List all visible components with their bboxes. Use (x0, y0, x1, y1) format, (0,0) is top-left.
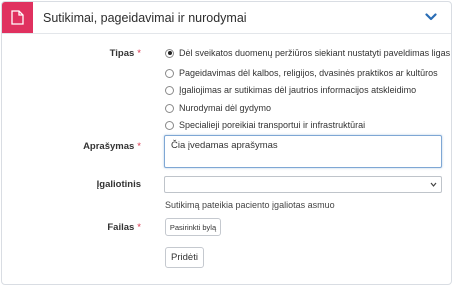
panel-header[interactable]: Sutikimai, pageidavimai ir nurodymai (2, 2, 451, 34)
required-mark: * (137, 48, 141, 59)
igaliotinis-select[interactable] (164, 176, 442, 193)
required-mark: * (137, 222, 141, 233)
choose-file-button[interactable]: Pasirinkti bylą (165, 218, 221, 236)
panel-title: Sutikimai, pageidavimai ir nurodymai (43, 11, 247, 25)
required-mark: * (137, 141, 141, 152)
tipas-option-0[interactable]: Dėl sveikatos duomenų peržiūros siekiant… (165, 47, 450, 59)
aprasymas-label: Aprašymas * (83, 141, 141, 152)
tipas-option-1[interactable]: Pageidavimas dėl kalbos, religijos, dvas… (165, 67, 438, 79)
radio-button[interactable] (165, 48, 174, 58)
radio-button[interactable] (165, 120, 174, 130)
tipas-option-label: Pageidavimas dėl kalbos, religijos, dvas… (179, 68, 438, 78)
failas-label: Failas * (107, 222, 141, 233)
add-button[interactable]: Pridėti (165, 247, 204, 268)
tipas-label: Tipas * (109, 48, 141, 59)
document-icon (11, 10, 24, 25)
tipas-option-4[interactable]: Specialieji poreikiai transportui ir inf… (165, 119, 365, 131)
igaliotinis-help-text: Sutikimą pateikia paciento įgaliotas asm… (165, 200, 335, 210)
chevron-down-icon (430, 182, 437, 187)
igaliotinis-label: Įgaliotinis (96, 179, 141, 190)
tipas-option-label: Nurodymai dėl gydymo (179, 103, 272, 113)
panel-icon-badge (2, 2, 33, 33)
tipas-option-2[interactable]: Įgaliojimas ar sutikimas dėl jautrios in… (165, 84, 416, 96)
tipas-option-label: Dėl sveikatos duomenų peržiūros siekiant… (179, 48, 451, 58)
tipas-option-label: Įgaliojimas ar sutikimas dėl jautrios in… (179, 85, 417, 95)
tipas-option-3[interactable]: Nurodymai dėl gydymo (165, 102, 271, 114)
consents-panel: Sutikimai, pageidavimai ir nurodymai Tip… (1, 1, 452, 285)
radio-button[interactable] (165, 68, 174, 78)
aprasymas-textarea[interactable]: Čia įvedamas aprašymas (164, 135, 442, 168)
tipas-option-label: Specialieji poreikiai transportui ir inf… (179, 120, 366, 130)
radio-button[interactable] (165, 103, 174, 113)
chevron-down-icon[interactable] (425, 13, 437, 21)
radio-button[interactable] (165, 85, 174, 95)
